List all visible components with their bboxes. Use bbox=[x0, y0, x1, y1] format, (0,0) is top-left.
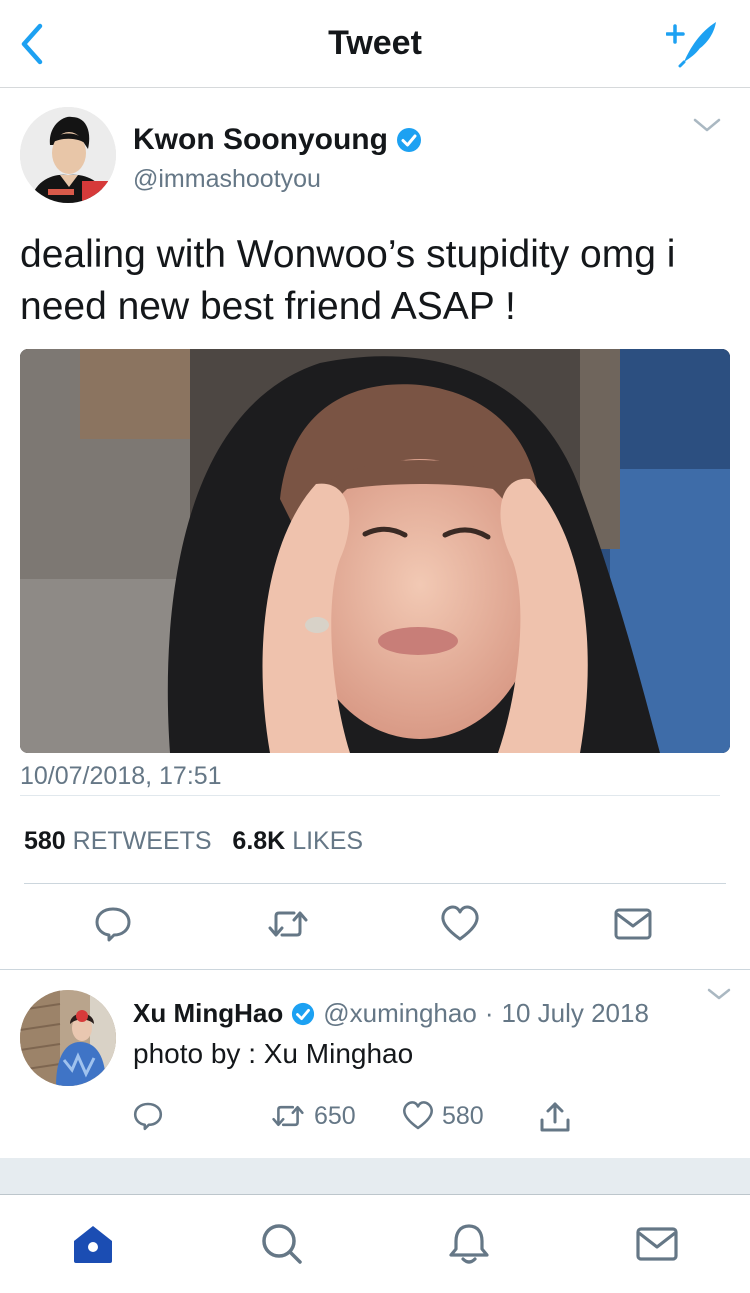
timeline-spacer bbox=[0, 1158, 750, 1194]
reply-like-button[interactable]: 580 bbox=[402, 1100, 484, 1132]
reply-retweets-count: 650 bbox=[314, 1101, 356, 1130]
avatar[interactable] bbox=[20, 990, 116, 1086]
reply-tweet[interactable]: Xu MingHao @xuminghao · 10 July 2018 pho… bbox=[0, 970, 750, 1158]
likes-label: LIKES bbox=[292, 827, 364, 855]
envelope-icon bbox=[636, 1227, 678, 1261]
retweet-icon bbox=[272, 1105, 304, 1127]
reply-header: Xu MingHao @xuminghao · 10 July 2018 bbox=[133, 998, 649, 1029]
author-handle[interactable]: @immashootyou bbox=[133, 165, 321, 194]
bottom-tab-bar bbox=[0, 1194, 750, 1293]
retweets-label: RETWEETS bbox=[72, 827, 212, 855]
search-icon bbox=[262, 1224, 302, 1264]
reply-options-button[interactable] bbox=[706, 986, 732, 1002]
compose-button[interactable] bbox=[665, 18, 722, 68]
reply-date: 10 July 2018 bbox=[501, 998, 649, 1028]
author-avatar-image bbox=[20, 107, 116, 203]
reply-text: photo by : Xu Minghao bbox=[133, 1038, 414, 1069]
bell-icon bbox=[449, 1224, 489, 1264]
reply-retweet-button[interactable]: 650 bbox=[270, 1100, 356, 1132]
tweet-photo-image bbox=[20, 349, 730, 753]
tweet-photo[interactable] bbox=[20, 349, 730, 753]
tab-search[interactable] bbox=[258, 1221, 304, 1267]
reply-reply-button[interactable] bbox=[132, 1100, 164, 1132]
reply-author-avatar-image bbox=[20, 990, 116, 1086]
chevron-down-icon bbox=[693, 118, 721, 132]
heart-icon bbox=[403, 1101, 433, 1130]
retweet-icon bbox=[268, 911, 308, 937]
heart-icon bbox=[441, 905, 479, 941]
envelope-icon bbox=[614, 908, 652, 940]
reply-author-name[interactable]: Xu MingHao bbox=[133, 998, 283, 1029]
tab-messages[interactable] bbox=[634, 1221, 680, 1267]
verified-badge-icon bbox=[292, 1002, 315, 1025]
avatar[interactable] bbox=[20, 107, 116, 203]
tab-notifications[interactable] bbox=[446, 1221, 492, 1267]
tweet-options-button[interactable] bbox=[692, 115, 722, 135]
reply-icon bbox=[133, 1102, 163, 1131]
reply-share-button[interactable] bbox=[538, 1100, 572, 1134]
retweets-stat[interactable]: 580 RETWEETS bbox=[24, 827, 212, 855]
tab-home[interactable] bbox=[70, 1221, 116, 1267]
tweet-text: dealing with Wonwoo’s stupidity omg i ne… bbox=[20, 233, 676, 328]
home-icon bbox=[74, 1226, 112, 1263]
likes-count: 6.8K bbox=[232, 827, 286, 855]
author-name-row[interactable]: Kwon Soonyoung bbox=[133, 123, 422, 157]
reply-actions: 650 580 bbox=[0, 1100, 750, 1136]
dot-separator: · bbox=[484, 998, 494, 1028]
divider bbox=[20, 795, 720, 796]
divider bbox=[24, 883, 726, 884]
tweet-timestamp: 10/07/2018, 17:51 bbox=[20, 762, 222, 790]
like-button[interactable] bbox=[440, 904, 480, 944]
top-nav-bar: Tweet bbox=[0, 0, 750, 88]
retweets-count: 580 bbox=[24, 827, 66, 855]
reply-author-handle[interactable]: @xuminghao bbox=[323, 998, 477, 1029]
direct-message-button[interactable] bbox=[613, 904, 653, 944]
verified-badge-icon bbox=[396, 128, 421, 152]
author-name[interactable]: Kwon Soonyoung bbox=[133, 123, 388, 157]
likes-stat[interactable]: 6.8K LIKES bbox=[232, 827, 363, 855]
page-title: Tweet bbox=[328, 24, 422, 62]
tweet-stats: 580 RETWEETS 6.8K LIKES bbox=[24, 827, 363, 856]
reply-likes-count: 580 bbox=[442, 1101, 484, 1130]
compose-feather-icon bbox=[665, 22, 716, 68]
reply-icon bbox=[95, 907, 131, 942]
tweet-actions bbox=[0, 904, 750, 948]
retweet-button[interactable] bbox=[266, 904, 310, 944]
share-icon bbox=[540, 1102, 570, 1132]
reply-button[interactable] bbox=[93, 904, 133, 944]
chevron-down-icon bbox=[707, 988, 731, 1000]
